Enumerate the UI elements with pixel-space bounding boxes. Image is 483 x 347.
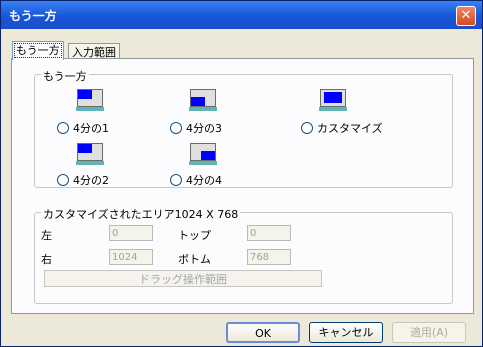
tab-other-side[interactable]: もう一方: [12, 41, 64, 60]
close-icon: ✕: [460, 8, 472, 23]
top-label: トップ: [178, 229, 211, 242]
radio-quarter-4[interactable]: 4分の4: [170, 172, 222, 188]
group-label: カスタマイズされたエリア1024 X 768: [41, 206, 241, 222]
radio-circle[interactable]: [170, 174, 182, 186]
apply-button[interactable]: 適用(A): [392, 322, 466, 343]
quarter-3-monitor-icon: [189, 89, 217, 111]
right-input[interactable]: 1024: [109, 249, 153, 265]
radio-quarter-2[interactable]: 4分の2: [57, 172, 109, 188]
quarter-1-monitor-icon: [76, 89, 104, 111]
window-title: もう一方: [9, 9, 57, 23]
group-label: もう一方: [41, 68, 89, 84]
radio-label: 4分の1: [73, 122, 109, 135]
radio-quarter-1[interactable]: 4分の1: [57, 120, 109, 136]
screen-position-group: もう一方 4分の1 4分の3 カスタマイズ 4分の2 4分の4: [34, 68, 453, 188]
close-button[interactable]: ✕: [456, 6, 476, 26]
title-bar[interactable]: もう一方 ✕: [1, 1, 482, 29]
ok-button[interactable]: OK: [226, 322, 300, 343]
radio-label: 4分の4: [186, 174, 222, 187]
quarter-4-monitor-icon: [189, 143, 217, 165]
drag-range-button[interactable]: ドラッグ操作範囲: [44, 270, 322, 287]
right-label: 右: [41, 253, 52, 266]
radio-label: 4分の3: [186, 122, 222, 135]
customized-area-group: カスタマイズされたエリア1024 X 768 左 0 トップ 0 右 1024 …: [34, 206, 453, 304]
dialog-window: もう一方 ✕ もう一方 入力範囲 もう一方 4分の1 4分の3 カスタマイズ 4…: [0, 0, 483, 347]
radio-circle[interactable]: [57, 122, 69, 134]
radio-quarter-3[interactable]: 4分の3: [170, 120, 222, 136]
customize-monitor-icon: [319, 89, 347, 111]
bottom-input[interactable]: 768: [247, 249, 291, 265]
left-label: 左: [41, 229, 52, 242]
quarter-2-monitor-icon: [76, 143, 104, 165]
bottom-label: ボトム: [178, 253, 211, 266]
radio-circle[interactable]: [170, 122, 182, 134]
radio-circle[interactable]: [301, 122, 313, 134]
tab-label: もう一方: [16, 44, 60, 57]
left-input[interactable]: 0: [109, 225, 153, 241]
radio-label: カスタマイズ: [317, 122, 383, 135]
radio-circle[interactable]: [57, 174, 69, 186]
radio-label: 4分の2: [73, 174, 109, 187]
radio-customize[interactable]: カスタマイズ: [301, 120, 383, 136]
top-input[interactable]: 0: [247, 225, 291, 241]
cancel-button[interactable]: キャンセル: [309, 322, 383, 343]
